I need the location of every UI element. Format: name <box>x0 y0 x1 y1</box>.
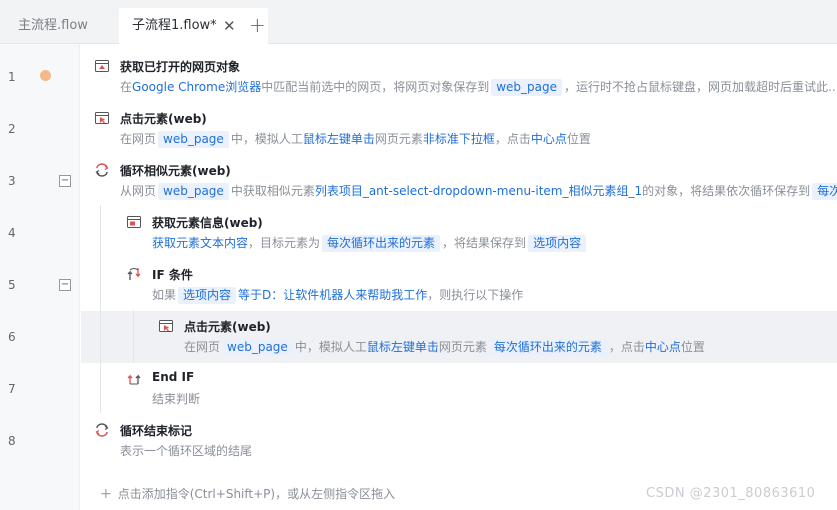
close-icon[interactable]: ✕ <box>223 8 236 44</box>
line-gutter: 1 2 3 4 5 6 7 8 − − <box>0 44 80 510</box>
loop-icon <box>95 163 109 177</box>
step-desc: 获取元素文本内容，目标元素为 每次循环出来的元素 ，将结果保存到 选项内容 <box>152 234 588 252</box>
step-title: End IF <box>152 370 195 384</box>
step-desc: 在网页 web_page 中，模拟人工鼠标左键单击网页元素 每次循环出来的元素 ，点击中… <box>184 339 705 356</box>
element-info-icon <box>127 216 141 228</box>
variable-chip[interactable]: 每次循环出来的元素 <box>488 339 607 356</box>
loop-end-icon <box>95 423 109 437</box>
end-if-icon <box>127 374 141 385</box>
if-branch-icon <box>127 268 141 280</box>
step-title: 循环相似元素(web) <box>120 164 231 178</box>
line-number: 7 <box>8 382 16 396</box>
variable-chip[interactable]: web_page <box>158 183 229 200</box>
step-desc: 从网页 web_page 中获取相似元素列表项目_ant-select-dropdo… <box>120 182 837 200</box>
variable-chip[interactable]: 每次循环出来的元素 <box>322 235 441 252</box>
variable-chip[interactable]: 每次循 <box>812 183 837 200</box>
indent-guide <box>100 205 101 413</box>
fold-toggle-icon[interactable]: − <box>59 279 71 291</box>
line-number: 1 <box>8 70 16 84</box>
step-title: 点击元素(web) <box>120 112 207 126</box>
step-desc: 表示一个循环区域的结尾 <box>120 444 253 458</box>
add-instruction-hint[interactable]: + 点击添加指令(Ctrl+Shift+P)，或从左侧指令区拖入 <box>100 485 395 502</box>
click-element-icon <box>159 320 173 332</box>
tab-subflow-1[interactable]: 子流程1.flow* ✕ <box>119 8 268 44</box>
fold-toggle-icon[interactable]: − <box>59 175 71 187</box>
add-tab-icon[interactable]: + <box>249 8 266 44</box>
line-number: 3 <box>8 174 16 188</box>
step-desc: 结束判断 <box>152 392 201 406</box>
add-instruction-text: 点击添加指令(Ctrl+Shift+P)，或从左侧指令区拖入 <box>117 487 396 501</box>
step-desc: 在Google Chrome浏览器中匹配当前选中的网页，将网页对象保存到 web_… <box>120 79 837 96</box>
click-element-icon <box>95 112 109 124</box>
variable-chip[interactable]: 选项内容 <box>528 235 587 252</box>
variable-chip[interactable]: 选项内容 <box>178 287 237 304</box>
line-number: 4 <box>8 226 16 240</box>
step-title: 点击元素(web) <box>184 320 271 334</box>
line-number: 5 <box>8 278 16 292</box>
line-number: 8 <box>8 434 16 448</box>
indent-guide <box>133 310 134 362</box>
variable-chip[interactable]: web_page <box>158 131 229 148</box>
browser-icon <box>95 60 109 72</box>
step-title: IF 条件 <box>152 268 193 282</box>
step-title: 获取元素信息(web) <box>152 216 263 230</box>
tab-bar: 主流程.flow 子流程1.flow* ✕ + <box>0 0 837 44</box>
variable-chip[interactable]: web_page <box>491 79 563 96</box>
breakpoint-dot[interactable] <box>40 70 51 81</box>
plus-icon: + <box>100 486 112 502</box>
step-desc: 在网页 web_page 中，模拟人工鼠标左键单击网页元素非标准下拉框，点击中心点位… <box>120 131 591 148</box>
line-number: 2 <box>8 122 16 136</box>
step-title: 获取已打开的网页对象 <box>120 60 241 74</box>
line-number: 6 <box>8 330 16 344</box>
tab-main-flow[interactable]: 主流程.flow <box>18 8 88 44</box>
variable-chip[interactable]: web_page <box>222 339 293 356</box>
step-title: 循环结束标记 <box>120 424 193 438</box>
tab-label: 子流程1.flow* <box>132 18 217 33</box>
step-desc: 如果 选项内容 等于D：让软件机器人来帮助我工作，则执行以下操作 <box>152 287 524 304</box>
watermark: CSDN @2301_80863610 <box>646 486 816 501</box>
